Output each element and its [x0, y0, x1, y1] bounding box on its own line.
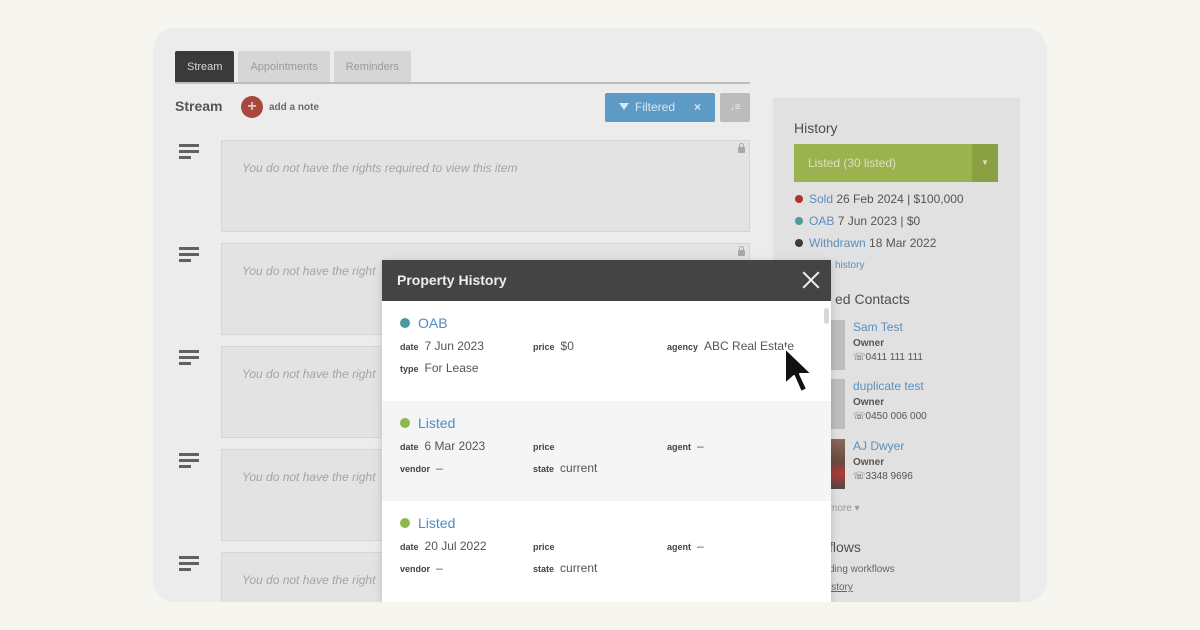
history-item: Sold 26 Feb 2024 | $100,000 [795, 192, 964, 206]
entry-agency: agency ABC Real Estate [667, 339, 795, 353]
lock-icon [738, 246, 745, 256]
note-lines-icon [179, 247, 199, 265]
stream-item: You do not have the rights required to v… [175, 140, 750, 232]
contact-phone: ☏0450 006 000 [853, 411, 927, 422]
entry-state: state current [533, 461, 598, 475]
app-frame: Stream Appointments Reminders Stream + a… [153, 28, 1047, 602]
history-status-link[interactable]: Sold [809, 192, 833, 206]
history-item: Withdrawn 18 Mar 2022 [795, 236, 936, 250]
entry-type: type For Lease [400, 361, 479, 375]
entry-status-link[interactable]: OAB [418, 315, 448, 331]
contact-phone: ☏3348 9696 [853, 471, 913, 482]
history-title: History [794, 120, 838, 136]
entry-agent: agent – [667, 439, 704, 453]
note-lines-icon [179, 350, 199, 368]
history-detail: 7 Jun 2023 | $0 [837, 214, 921, 228]
lock-icon [738, 143, 745, 153]
phone-icon: ☏ [853, 411, 866, 422]
listed-select[interactable]: Listed (30 listed) ▼ [794, 144, 998, 182]
contact-name-link[interactable]: AJ Dwyer [853, 439, 913, 453]
tab-reminders[interactable]: Reminders [333, 51, 411, 83]
entry-date: date 20 Jul 2022 [400, 539, 487, 553]
tab-stream[interactable]: Stream [175, 51, 235, 83]
add-note-label: add a note [269, 101, 320, 113]
entry-agent: agent – [667, 539, 704, 553]
tab-appointments[interactable]: Appointments [238, 51, 330, 83]
show-more-link[interactable]: more ▾ [829, 503, 860, 514]
contact-name-link[interactable]: duplicate test [853, 379, 927, 393]
workflows-history-link[interactable]: istory [829, 582, 853, 593]
workflows-title: flows [829, 539, 861, 555]
listed-select-value: Listed (30 listed) [808, 156, 897, 170]
property-history-modal: Property History OAB date 7 Jun 2023 pric… [382, 260, 831, 602]
status-dot-icon [400, 318, 410, 328]
stream-card: You do not have the rights required to v… [221, 140, 750, 232]
status-dot-icon [795, 217, 803, 225]
contact-role: Owner [853, 338, 885, 349]
restricted-text: You do not have the right [242, 264, 376, 278]
contact-card: AJ Dwyer Owner ☏3348 9696 [853, 439, 913, 482]
plus-icon: + [241, 96, 263, 118]
phone-icon: ☏ [853, 352, 866, 363]
history-entry: Listed date 20 Jul 2022 price agent – vend… [382, 501, 831, 601]
filter-label: Filtered [635, 100, 676, 114]
tab-divider [175, 82, 750, 84]
status-dot-icon [400, 518, 410, 528]
contact-card: Sam Test Owner ☏0411 111 111 [853, 320, 923, 363]
contact-phone: ☏0411 111 111 [853, 352, 923, 363]
note-lines-icon [179, 144, 199, 162]
entry-vendor: vendor – [400, 561, 443, 575]
entry-price: price [533, 542, 555, 552]
workflows-text: ding workflows [829, 564, 895, 575]
history-entry: OAB date 7 Jun 2023 price $0 agency ABC Rea… [382, 301, 831, 401]
entry-title: Listed [400, 515, 831, 531]
filter-button[interactable]: Filtered × [605, 93, 715, 122]
contact-role: Owner [853, 457, 885, 468]
entry-date: date 7 Jun 2023 [400, 339, 484, 353]
contact-name-link[interactable]: Sam Test [853, 320, 923, 334]
entry-title: Listed [400, 415, 831, 431]
sort-button[interactable]: ↓≡ [720, 93, 750, 122]
note-lines-icon [179, 556, 199, 574]
restricted-text: You do not have the right [242, 470, 376, 484]
entry-status-link[interactable]: Listed [418, 415, 455, 431]
contact-role: Owner [853, 397, 885, 408]
mouse-pointer-icon [784, 347, 813, 393]
status-dot-icon [795, 239, 803, 247]
contacts-title: ed Contacts [835, 291, 910, 307]
note-lines-icon [179, 453, 199, 471]
status-dot-icon [400, 418, 410, 428]
contact-card: duplicate test Owner ☏0450 006 000 [853, 379, 927, 422]
view-history-link[interactable]: history [835, 260, 864, 271]
tab-bar: Stream Appointments Reminders [175, 51, 411, 83]
history-status-link[interactable]: OAB [809, 214, 834, 228]
modal-title: Property History [397, 272, 507, 288]
restricted-text: You do not have the rights required to v… [242, 161, 518, 175]
history-detail: 18 Mar 2022 [869, 236, 937, 250]
caret-down-icon: ▼ [972, 144, 998, 182]
entry-price: price $0 [533, 339, 574, 353]
entry-price: price [533, 442, 555, 452]
restricted-text: You do not have the right [242, 573, 376, 587]
history-detail: 26 Feb 2024 | $100,000 [836, 192, 964, 206]
entry-state: state current [533, 561, 598, 575]
phone-icon: ☏ [853, 471, 866, 482]
add-note-button[interactable]: + add a note [241, 96, 319, 118]
app-window: Stream Appointments Reminders Stream + a… [153, 28, 1047, 602]
stream-title: Stream [175, 98, 223, 114]
restricted-text: You do not have the right [242, 367, 376, 381]
entry-status-link[interactable]: Listed [418, 515, 455, 531]
entry-vendor: vendor – [400, 461, 443, 475]
history-status-link[interactable]: Withdrawn [809, 236, 866, 250]
modal-header: Property History [382, 260, 831, 301]
status-dot-icon [795, 195, 803, 203]
history-entry: Listed date 6 Mar 2023 price agent – vendo… [382, 401, 831, 501]
history-item: OAB 7 Jun 2023 | $0 [795, 214, 920, 228]
filter-icon [619, 103, 629, 111]
entry-title: OAB [400, 315, 831, 331]
close-icon[interactable] [801, 270, 821, 290]
entry-date: date 6 Mar 2023 [400, 439, 486, 453]
clear-filter-icon[interactable]: × [694, 93, 701, 122]
